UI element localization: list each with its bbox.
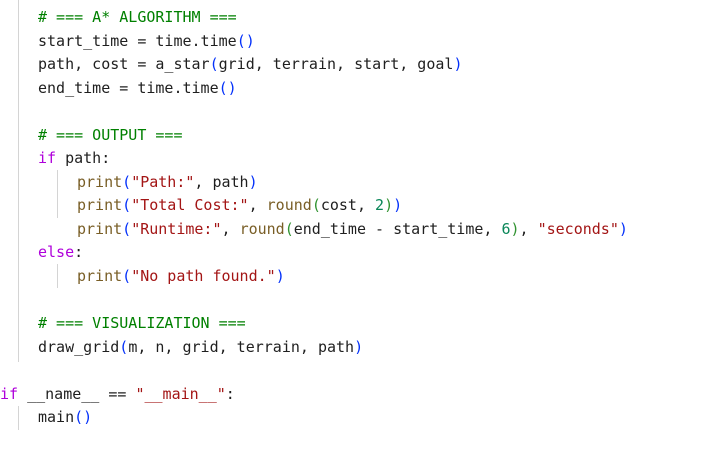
code-token: ( (122, 267, 132, 285)
code-token: "No path found." (131, 267, 276, 285)
code-line: start_time = time.time() (38, 30, 255, 54)
code-token: print (77, 196, 123, 214)
code-line: print("Total Cost:", round(cost, 2)) (77, 194, 402, 218)
code-token: : (74, 243, 84, 261)
indent-guide-main-block (18, 406, 19, 430)
code-token: ) (393, 196, 403, 214)
code-token: , (248, 196, 267, 214)
code-token: "Total Cost:" (131, 196, 249, 214)
code-line: print("Runtime:", round(end_time - start… (77, 218, 628, 242)
indent-guide-function-body (18, 0, 19, 362)
code-token: __name__ == (18, 385, 136, 403)
code-token: ) (275, 267, 285, 285)
code-line: # === A* ALGORITHM === (38, 6, 237, 30)
code-token: end_time = time.time (38, 79, 219, 97)
code-token: ( (122, 173, 132, 191)
code-token: draw_grid (38, 338, 120, 356)
code-token: , (519, 220, 538, 238)
code-token: # === A* ALGORITHM === (38, 8, 237, 26)
code-line: print("No path found.") (77, 265, 285, 289)
code-line: draw_grid(m, n, grid, terrain, path) (38, 336, 363, 360)
indent-guide-else-block (57, 264, 58, 288)
code-token: () (74, 408, 93, 426)
code-line: else: (38, 241, 83, 265)
code-token: if (38, 149, 57, 167)
code-token: round (239, 220, 285, 238)
code-token: ( (119, 338, 129, 356)
code-token: ) (248, 173, 258, 191)
code-token: ) (453, 55, 463, 73)
code-token: else (38, 243, 75, 261)
code-token: # === VISUALIZATION === (38, 314, 246, 332)
code-token: "Path:" (131, 173, 195, 191)
code-token: ) (384, 196, 394, 214)
code-token: print (77, 173, 123, 191)
code-token: grid, terrain, start, goal (218, 55, 454, 73)
code-token: # === OUTPUT === (38, 126, 183, 144)
code-line: # === OUTPUT === (38, 124, 183, 148)
code-token: ( (122, 196, 132, 214)
code-token: ( (311, 196, 321, 214)
code-token: main (38, 408, 75, 426)
code-token: if (0, 385, 19, 403)
code-token: , (221, 220, 240, 238)
code-token: () (236, 32, 255, 50)
code-line: # === VISUALIZATION === (38, 312, 246, 336)
code-token: : (225, 385, 235, 403)
code-token: start_time = time.time (38, 32, 237, 50)
code-line: if path: (38, 147, 110, 171)
code-token: path, cost = a_star (38, 55, 210, 73)
code-line: main() (38, 406, 92, 430)
code-token: cost, (320, 196, 376, 214)
code-token: ( (122, 220, 132, 238)
code-token: end_time - start_time, (293, 220, 502, 238)
code-token: ) (510, 220, 520, 238)
code-token: 2 (375, 196, 385, 214)
code-line: path, cost = a_star(grid, terrain, start… (38, 53, 462, 77)
code-token: () (218, 79, 237, 97)
code-token: "__main__" (135, 385, 226, 403)
code-line: print("Path:", path) (77, 171, 258, 195)
code-token: m, n, grid, terrain, path (128, 338, 355, 356)
code-token: ) (354, 338, 364, 356)
code-editor[interactable]: # === A* ALGORITHM === start_time = time.… (0, 0, 715, 455)
code-token: round (266, 196, 312, 214)
code-line: end_time = time.time() (38, 77, 237, 101)
code-line: if __name__ == "__main__": (0, 383, 235, 407)
code-token: 6 (501, 220, 511, 238)
code-token: "Runtime:" (131, 220, 222, 238)
indent-guide-if-block (57, 170, 58, 218)
code-token: path: (56, 149, 111, 167)
code-token: print (77, 267, 123, 285)
code-token: "seconds" (537, 220, 619, 238)
code-token: ) (618, 220, 628, 238)
code-token: , path (194, 173, 249, 191)
code-token: print (77, 220, 123, 238)
code-token: ( (209, 55, 219, 73)
code-token: ( (284, 220, 294, 238)
